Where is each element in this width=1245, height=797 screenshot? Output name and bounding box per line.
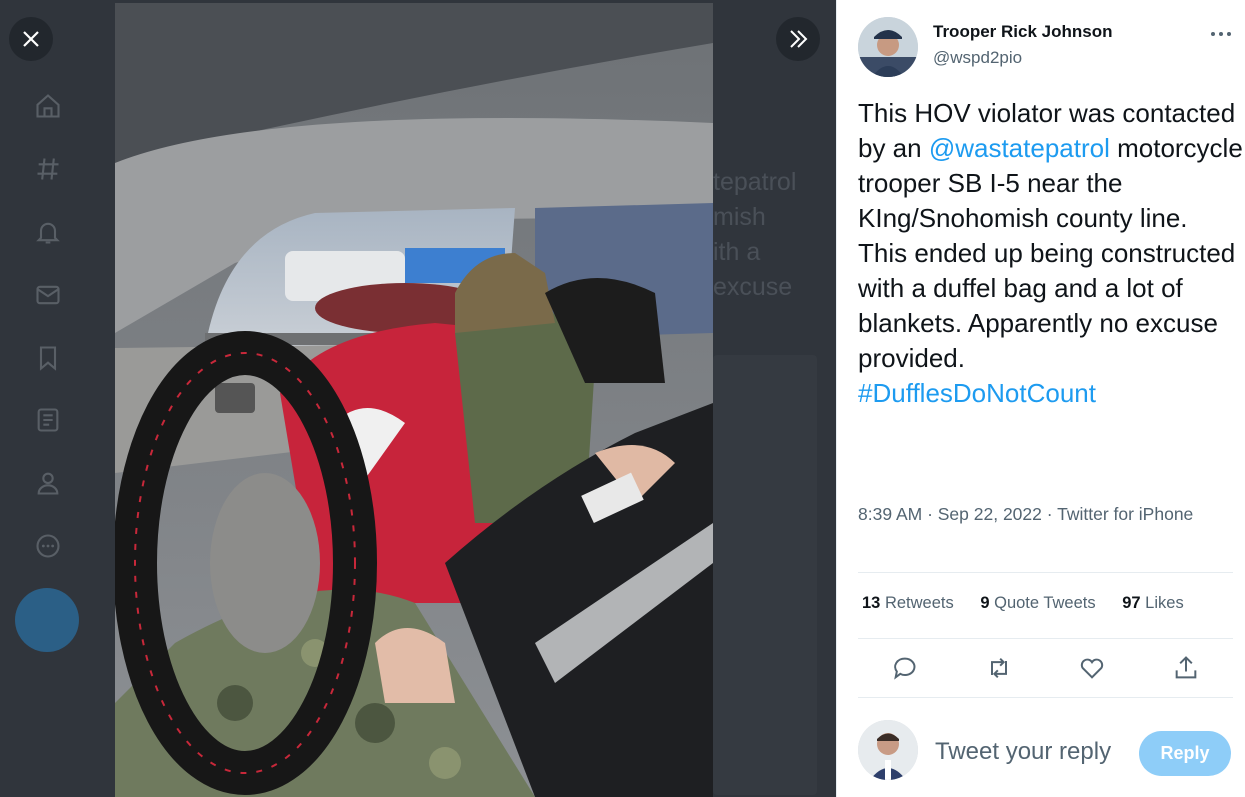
tweet-text-part: motorcycle trooper SB I-5 near the KIng/… (858, 133, 1243, 373)
close-icon (23, 31, 39, 47)
profile-icon (37, 472, 59, 495)
more-horizontal-icon (1211, 32, 1231, 36)
quotes-count: 9 (980, 594, 990, 612)
share-icon[interactable] (1172, 654, 1200, 682)
tweet-detail-panel: Trooper Rick Johnson @wspd2pio This HOV … (836, 0, 1245, 797)
list-icon (37, 408, 59, 432)
retweet-icon[interactable] (985, 654, 1013, 682)
retweets-count: 13 (862, 594, 881, 612)
divider (858, 638, 1233, 639)
author-name[interactable]: Trooper Rick Johnson (933, 22, 1112, 42)
home-icon (36, 94, 60, 118)
divider (858, 697, 1233, 698)
likes-label: Likes (1145, 594, 1184, 612)
tweet-photo[interactable] (115, 3, 713, 797)
user-avatar[interactable] (858, 720, 918, 780)
likes-stat[interactable]: 97 Likes (1122, 594, 1183, 612)
bookmark-icon (39, 346, 57, 371)
mention-link[interactable]: @wastatepatrol (929, 133, 1110, 163)
close-modal-button[interactable] (9, 17, 53, 61)
tweet-timestamp[interactable]: 8:39 AM · Sep 22, 2022 · Twitter for iPh… (858, 502, 1198, 527)
hashtag-icon (37, 158, 59, 180)
avatar (858, 720, 918, 780)
quotes-label: Quote Tweets (994, 594, 1096, 612)
next-panel-button[interactable] (776, 17, 820, 61)
retweets-stat[interactable]: 13 Retweets (862, 594, 954, 612)
background-sidebar (22, 0, 74, 797)
retweets-label: Retweets (884, 594, 954, 612)
car-interior-illustration (115, 3, 713, 797)
mail-icon (36, 285, 60, 305)
more-options-button[interactable] (1207, 24, 1235, 44)
divider (858, 572, 1233, 573)
author-handle[interactable]: @wspd2pio (933, 48, 1022, 68)
avatar (858, 17, 918, 77)
background-card (713, 355, 817, 795)
bell-icon (36, 222, 60, 244)
compose-button-background (15, 588, 79, 652)
more-circle-icon (36, 534, 60, 558)
reply-icon[interactable] (891, 654, 919, 682)
chevron-double-right-icon (790, 30, 808, 48)
background-tweet-text: tepatrol mish ith a excuse (713, 168, 797, 301)
tweet-text: This HOV violator was contacted by an @w… (858, 96, 1243, 411)
reply-input[interactable]: Tweet your reply (935, 738, 1111, 766)
quote-tweets-stat[interactable]: 9 Quote Tweets (980, 594, 1095, 612)
author-avatar[interactable] (858, 17, 918, 77)
like-icon[interactable] (1078, 654, 1106, 682)
tweet-stats: 13 Retweets 9 Quote Tweets 97 Likes (862, 594, 1206, 613)
reply-button[interactable]: Reply (1139, 731, 1231, 776)
tweet-actions (858, 648, 1233, 688)
hashtag-link[interactable]: #DufflesDoNotCount (858, 378, 1096, 408)
likes-count: 97 (1122, 594, 1141, 612)
